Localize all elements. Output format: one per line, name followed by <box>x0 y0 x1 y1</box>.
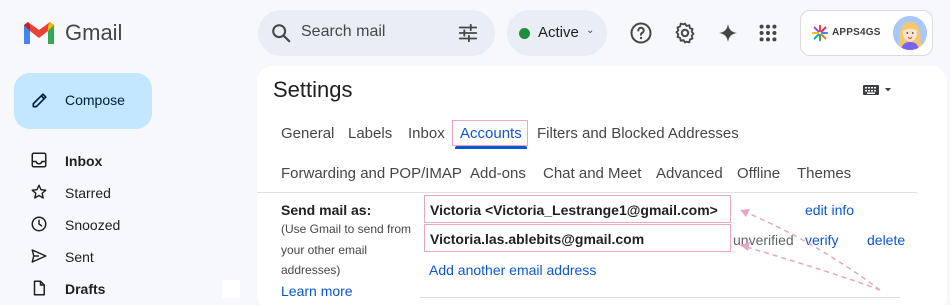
compose-label: Compose <box>65 92 125 108</box>
send-mail-label: Send mail as: <box>281 202 372 218</box>
search-input[interactable]: Search mail <box>301 23 385 41</box>
sidebar-item-starred[interactable]: Starred <box>65 185 111 201</box>
active-tab-indicator <box>455 146 527 149</box>
send-as-email-2: Victoria.las.ablebits@gmail.com <box>430 231 645 247</box>
learn-more-link[interactable]: Learn more <box>281 283 353 299</box>
sidebar-item-drafts[interactable]: Drafts <box>65 281 105 297</box>
help-icon[interactable] <box>629 21 653 45</box>
inbox-icon <box>31 152 47 168</box>
tab-inbox[interactable]: Inbox <box>408 125 445 142</box>
avatar[interactable] <box>893 16 927 50</box>
tab-advanced[interactable]: Advanced <box>656 165 723 182</box>
section-divider <box>420 297 900 298</box>
tab-addons[interactable]: Add-ons <box>470 165 526 182</box>
tab-themes[interactable]: Themes <box>797 165 851 182</box>
star-icon <box>31 184 47 199</box>
tab-labels[interactable]: Labels <box>348 125 392 142</box>
sidebar-item-sent[interactable]: Sent <box>65 249 94 265</box>
apps-grid-icon[interactable] <box>757 22 779 44</box>
page-title: Settings <box>273 77 353 102</box>
send-icon <box>31 249 47 263</box>
tab-forwarding[interactable]: Forwarding and POP/IMAP <box>281 165 462 182</box>
tab-offline[interactable]: Offline <box>737 165 780 182</box>
sidebar-item-inbox[interactable]: Inbox <box>65 153 102 169</box>
keyboard-icon[interactable] <box>862 83 892 97</box>
pencil-icon <box>32 93 47 108</box>
status-dot-icon <box>519 28 530 39</box>
tab-chat-meet[interactable]: Chat and Meet <box>543 165 641 182</box>
search-icon[interactable] <box>270 22 292 44</box>
gemini-spark-icon[interactable] <box>716 21 740 45</box>
draft-icon <box>33 280 45 296</box>
tab-general[interactable]: General <box>281 125 334 142</box>
apps4gs-logo-icon <box>811 24 829 42</box>
send-mail-help-2: your other email <box>281 242 368 257</box>
send-as-email-1: Victoria <Victoria_Lestrange1@gmail.com> <box>430 202 718 218</box>
tab-accounts[interactable]: Accounts <box>460 125 522 142</box>
gear-icon[interactable] <box>673 21 697 45</box>
status-label: Active <box>538 24 579 41</box>
app-name: Gmail <box>65 20 123 45</box>
chevron-down-icon[interactable]: ⌄ <box>586 25 594 36</box>
sidebar-item-snoozed[interactable]: Snoozed <box>65 217 120 233</box>
clock-icon <box>31 216 47 232</box>
annotation-arrows <box>739 209 881 291</box>
account-brand: APPS4GS <box>832 27 881 38</box>
drafts-count-badge <box>222 280 240 298</box>
gmail-logo-icon[interactable] <box>22 20 56 46</box>
send-mail-help-1: (Use Gmail to send from <box>281 222 412 236</box>
search-options-icon[interactable] <box>457 22 479 44</box>
tabs-divider <box>257 192 917 193</box>
tab-filters[interactable]: Filters and Blocked Addresses <box>537 125 739 142</box>
send-mail-help-3: addresses) <box>281 263 341 277</box>
add-email-link[interactable]: Add another email address <box>429 262 596 278</box>
